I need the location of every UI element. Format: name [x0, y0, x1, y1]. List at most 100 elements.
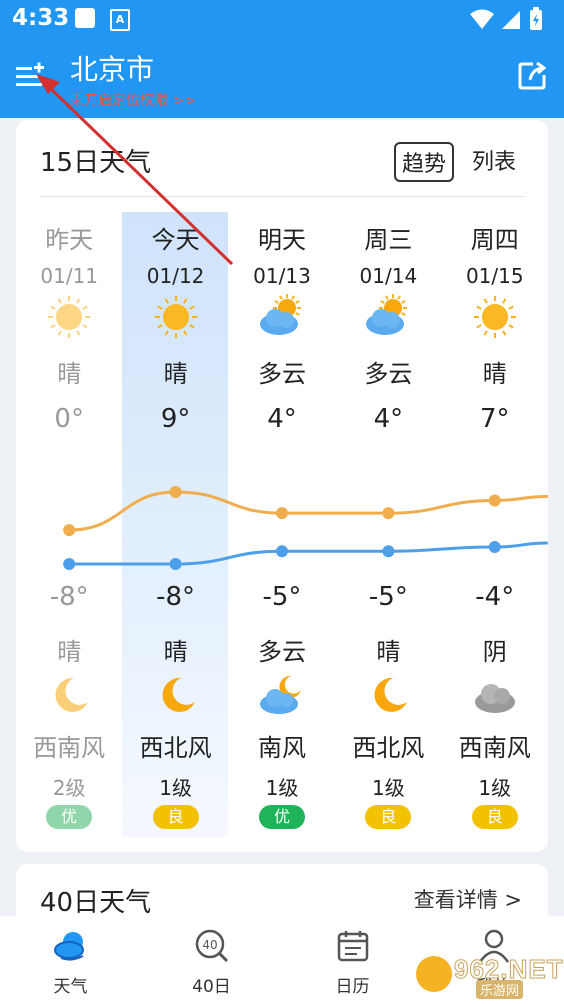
- night-weather-icon-slot: [229, 672, 335, 718]
- wind-level: 2级: [52, 776, 86, 800]
- share-icon[interactable]: [516, 60, 548, 92]
- status-time: 4:33: [12, 5, 70, 31]
- day-weather-icon-slot: [229, 294, 335, 340]
- night-weather: 晴: [376, 638, 401, 666]
- night-weather: 阴: [482, 638, 507, 666]
- fifteen-day-card: 15日天气 趋势 列表 昨天 01/11 晴 0° -8° 晴 西南风 2级 优…: [16, 120, 548, 852]
- high-temp: 0°: [54, 404, 84, 434]
- day-name: 周四: [470, 226, 519, 254]
- wind-level: 1级: [159, 776, 192, 800]
- high-temp: 4°: [267, 404, 297, 434]
- day-date: 01/12: [146, 264, 205, 288]
- nav-label: 天气: [53, 977, 88, 997]
- watermark: 962.NET 乐游网: [416, 952, 563, 999]
- low-temp-line: [69, 541, 548, 566]
- wind-direction: 西南风: [33, 734, 106, 762]
- wifi-icon: [470, 9, 494, 29]
- wind-direction: 西南风: [458, 734, 531, 762]
- day-weather: 多云: [364, 360, 413, 388]
- day-weather-icon-slot: [335, 294, 441, 340]
- night-weather-icon-slot: [122, 672, 228, 718]
- day-name: 昨天: [45, 226, 94, 254]
- night-weather-icon-slot: [442, 672, 548, 718]
- watermark-sub: 乐游网: [476, 980, 524, 999]
- high-temp-point: [169, 486, 182, 498]
- day-weather: 晴: [163, 360, 188, 388]
- day-weather-icon-slot: [16, 294, 122, 340]
- forty-day-search-icon: 40: [195, 929, 228, 963]
- location-permission-link[interactable]: 未开启定位权限 >>: [70, 90, 196, 110]
- nav-label: 日历: [335, 977, 370, 997]
- low-temp-point: [276, 545, 288, 558]
- high-temp-point: [63, 524, 76, 537]
- divider: [40, 196, 524, 197]
- nav-tab-calendar[interactable]: 日历: [282, 916, 423, 1004]
- high-temp-line: [69, 490, 548, 532]
- svg-text:40: 40: [202, 938, 217, 952]
- night-weather: 晴: [57, 638, 82, 666]
- day-name: 周三: [364, 226, 413, 254]
- day-weather-icon-slot: [442, 294, 548, 340]
- signal-icon: [502, 11, 520, 29]
- day-weather: 多云: [257, 360, 306, 388]
- aqi-badge: 良: [365, 805, 412, 829]
- aqi-badge: 优: [258, 805, 305, 829]
- high-temp-point: [488, 494, 501, 507]
- low-temp-point: [169, 558, 182, 570]
- day-weather: 晴: [482, 360, 507, 388]
- sun-icon: [48, 296, 91, 338]
- low-temp-point: [382, 545, 395, 558]
- city-manage-menu-icon[interactable]: [14, 58, 50, 94]
- night-weather-icon-slot: [16, 672, 122, 718]
- day-weather-icon-slot: [122, 294, 228, 340]
- aqi-badge: 良: [471, 805, 518, 829]
- night-weather: 多云: [257, 638, 306, 666]
- nav-label: 40日: [192, 977, 231, 997]
- nav-tab-weather[interactable]: 天气: [0, 916, 141, 1004]
- watermark-logo-icon: [416, 956, 452, 992]
- day-date: 01/14: [359, 264, 418, 288]
- weather-cloud-icon: [53, 932, 84, 961]
- temperature-trend-chart: [63, 486, 548, 570]
- low-temp-point: [488, 541, 501, 554]
- calendar-icon: [337, 931, 368, 962]
- list-view-button[interactable]: 列表: [466, 142, 522, 182]
- low-temp-point: [63, 558, 76, 570]
- wind-direction: 南风: [257, 734, 306, 762]
- moon-icon: [162, 677, 195, 712]
- city-name[interactable]: 北京市: [70, 48, 154, 88]
- sun-icon: [473, 296, 516, 338]
- day-name: 今天: [151, 226, 200, 254]
- aqi-badge: 良: [152, 805, 199, 829]
- wind-level: 1级: [372, 776, 405, 800]
- trend-view-button[interactable]: 趋势: [393, 142, 454, 182]
- sun-icon: [154, 296, 197, 338]
- status-bar: 4:33 A: [0, 0, 564, 40]
- wind-direction: 西北风: [352, 734, 425, 762]
- wind-level: 1级: [478, 776, 512, 800]
- night-weather: 晴: [163, 638, 188, 666]
- day-date: 01/13: [253, 264, 311, 288]
- wind-level: 1级: [265, 776, 299, 800]
- view-toggle: 趋势 列表: [393, 142, 522, 182]
- system-status-icons: [470, 7, 542, 30]
- day-name: 明天: [257, 226, 306, 254]
- app-bar: 北京市 未开启定位权限 >>: [0, 40, 564, 118]
- partly-cloudy-icon: [259, 294, 301, 335]
- high-temp: 7°: [479, 404, 510, 434]
- cloudy-night-icon: [259, 675, 301, 714]
- high-temp-point: [276, 507, 288, 520]
- wind-direction: 西北风: [139, 734, 212, 762]
- moon-icon: [374, 677, 408, 712]
- night-weather-icon-slot: [335, 672, 441, 718]
- forty-day-title: 40日天气: [40, 888, 152, 918]
- view-details-link[interactable]: 查看详情 >: [414, 884, 522, 914]
- high-temp-point: [382, 507, 395, 520]
- nav-tab-40day[interactable]: 40 40日: [141, 916, 282, 1004]
- high-temp: 4°: [373, 404, 404, 434]
- moon-icon: [55, 677, 89, 712]
- day-date: 01/11: [40, 264, 99, 288]
- day-date: 01/15: [465, 264, 524, 288]
- notification-a-icon: A: [110, 9, 130, 31]
- high-temp: 9°: [160, 404, 191, 434]
